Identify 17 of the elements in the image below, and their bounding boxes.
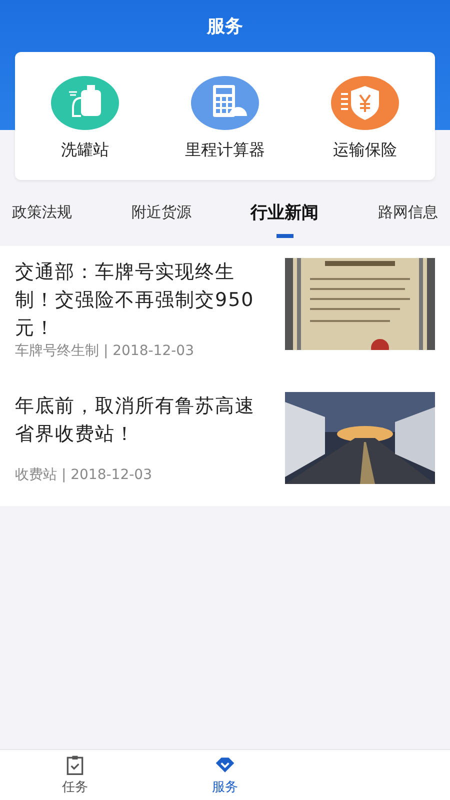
- nav-tab[interactable]: 任务: [0, 750, 150, 800]
- news-meta: 收费站 | 2018-12-03: [15, 466, 153, 484]
- news-title: 年底前，取消所有鲁苏高速省界收费站！: [15, 394, 256, 447]
- service-button[interactable]: 运输保险: [295, 52, 435, 180]
- category-tab[interactable]: 政策法规: [12, 194, 72, 236]
- news-item[interactable]: 交通部：车牌号实现终生制！交强险不再强制交950元！ 车牌号终生制 | 2018-12-03: [15, 258, 435, 378]
- category-tab[interactable]: 行业新闻: [250, 192, 319, 238]
- news-title: 交通部：车牌号实现终生制！交强险不再强制交950元！: [15, 260, 256, 341]
- clipboard-icon: [64, 754, 86, 776]
- news-item[interactable]: 年底前，取消所有鲁苏高速省界收费站！ 收费站 | 2018-12-03: [15, 378, 435, 502]
- nav-tab[interactable]: 服务: [150, 750, 300, 800]
- news-meta: 车牌号终生制 | 2018-12-03: [15, 342, 195, 360]
- service-button[interactable]: 洗罐站: [15, 52, 155, 180]
- category-tab[interactable]: 附近货源: [131, 194, 192, 236]
- page-title: 服务: [207, 15, 243, 38]
- category-tab[interactable]: 路网信息: [378, 194, 438, 236]
- service-button[interactable]: 里程计算器: [155, 52, 295, 180]
